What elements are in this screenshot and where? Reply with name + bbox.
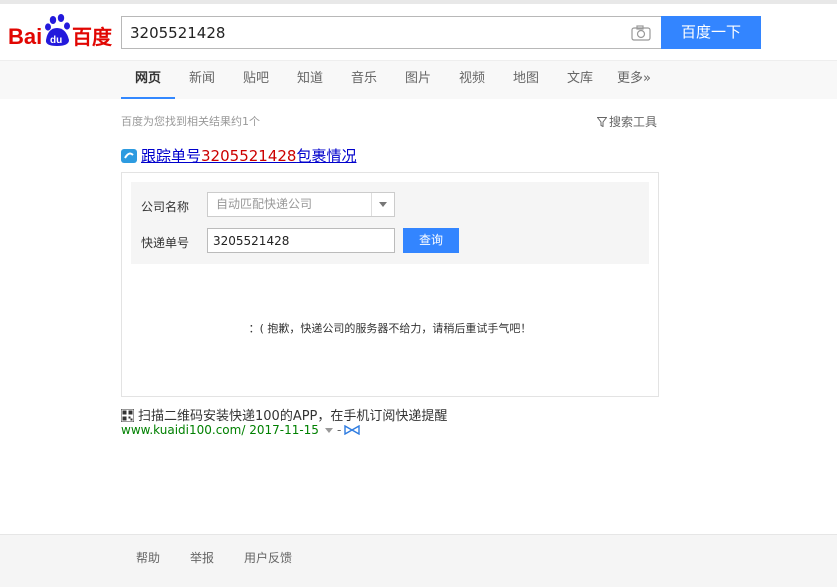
kuaidi-app-icon [121,149,137,163]
logo-text-cn: 百度 [72,25,113,49]
result-title-suffix: 包裹情况 [296,147,357,165]
footer: 帮助 举报 用户反馈 [0,534,837,587]
camera-icon[interactable] [631,25,651,41]
footer-help-link[interactable]: 帮助 [136,549,160,566]
result-count: 百度为您找到相关结果约1个 [121,115,260,128]
tab-news[interactable]: 新闻 [180,61,224,99]
top-border [0,0,837,4]
url-link[interactable]: www.kuaidi100.com/ [121,423,245,437]
search-button[interactable]: 百度一下 [661,16,761,49]
search-tools-label: 搜索工具 [609,115,658,129]
tab-wenku[interactable]: 文库 [558,61,602,99]
bowtie-icon[interactable] [344,425,360,435]
tab-zhidao[interactable]: 知道 [288,61,332,99]
tracking-number-input[interactable] [207,228,395,253]
tab-more[interactable]: 更多» [612,61,656,99]
search-tools-button[interactable]: 搜索工具 [597,113,657,130]
url-date: 2017-11-15 [249,423,319,437]
qr-text: 扫描二维码安装快递100的APP，在手机订阅快递提醒 [138,409,448,424]
company-label: 公司名称 [141,200,190,214]
result-url: www.kuaidi100.com/ 2017-11-15 - [121,423,360,437]
tab-video[interactable]: 视频 [450,61,494,99]
funnel-icon [597,117,607,127]
result-title-number: 3205521428 [201,147,297,165]
logo-text-bai: Bai [8,24,42,49]
footer-feedback-link[interactable]: 用户反馈 [244,549,292,566]
result-title: 跟踪单号3205521428包裹情况 [121,145,356,166]
chevron-down-icon [371,193,394,216]
company-select[interactable]: 自动匹配快递公司 [207,192,395,217]
error-message: ：( 抱歉，快递公司的服务器不给力，请稍后重试手气吧！ [248,322,532,335]
tracking-form: 公司名称 自动匹配快递公司 快递单号 查询 [131,182,649,264]
footer-report-link[interactable]: 举报 [190,549,214,566]
nav-tabs: 网页 新闻 贴吧 知道 音乐 图片 视频 地图 文库 更多» [0,60,837,99]
logo-text-du: du [50,35,62,46]
qr-code-icon [121,409,134,422]
search-box [121,16,661,49]
result-title-prefix: 跟踪单号 [141,147,202,165]
baidu-logo[interactable]: Bai du 百度 [8,14,114,50]
qr-promo: 扫描二维码安装快递100的APP，在手机订阅快递提醒 [121,405,447,424]
number-label: 快递单号 [141,236,190,250]
query-button[interactable]: 查询 [403,228,459,253]
search-input[interactable] [130,17,620,48]
tab-images[interactable]: 图片 [396,61,440,99]
tab-music[interactable]: 音乐 [342,61,386,99]
company-select-value: 自动匹配快递公司 [216,197,313,211]
url-dropdown-arrow[interactable] [324,427,333,433]
url-separator: - [336,423,342,437]
tracking-card: 公司名称 自动匹配快递公司 快递单号 查询 ：( 抱歉，快递公司的服务器不给力，… [121,172,659,397]
tab-web[interactable]: 网页 [121,61,175,99]
tab-map[interactable]: 地图 [504,61,548,99]
tab-tieba[interactable]: 贴吧 [234,61,278,99]
result-title-link[interactable]: 跟踪单号3205521428包裹情况 [141,147,356,165]
